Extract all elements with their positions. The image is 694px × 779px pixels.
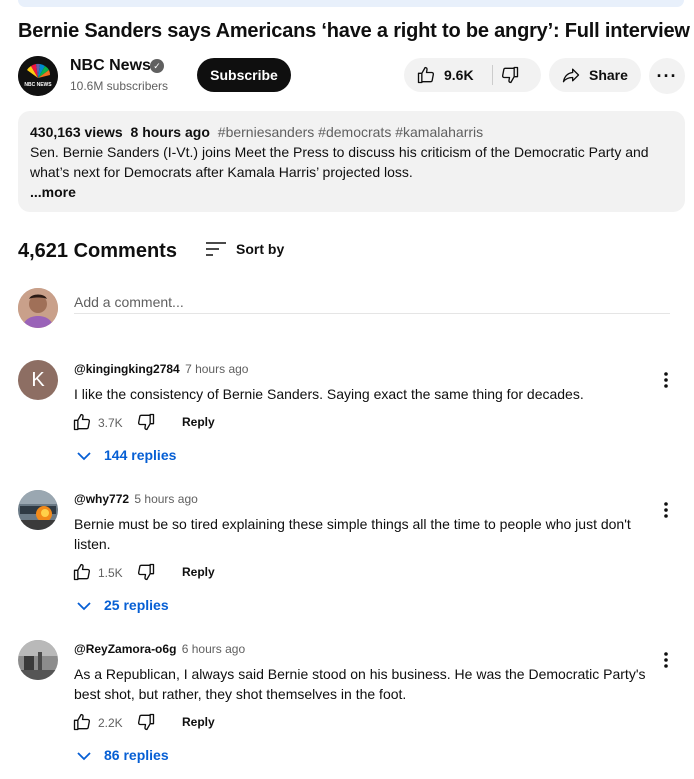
upload-age: 8 hours ago — [130, 124, 210, 140]
thumbs-up-icon[interactable] — [72, 562, 92, 582]
comment-like-count: 1.5K — [98, 566, 123, 580]
hashtags[interactable]: #berniesanders #democrats #kamalaharris — [218, 124, 483, 140]
comments-count: 4,621 Comments — [18, 240, 177, 262]
like-divider — [492, 65, 493, 85]
user-avatar[interactable] — [18, 288, 58, 328]
reply-button[interactable]: Reply — [182, 415, 215, 429]
comment-avatar[interactable]: K — [18, 360, 58, 400]
thumbs-down-icon[interactable] — [136, 412, 156, 432]
sort-by-button[interactable]: Sort by — [236, 241, 284, 257]
channel-avatar[interactable]: NBC NEWS — [18, 56, 58, 96]
thumbs-down-icon[interactable] — [136, 562, 156, 582]
comment-item: @why772 5 hours ago Bernie must be so ti… — [18, 490, 684, 620]
reply-button[interactable]: Reply — [182, 715, 215, 729]
sort-icon[interactable] — [206, 241, 226, 257]
add-comment-row — [18, 288, 670, 328]
more-actions-button[interactable]: ··· — [649, 58, 685, 94]
comment-text: I like the consistency of Bernie Sanders… — [74, 386, 584, 402]
comment-actions: 3.7K Reply — [72, 412, 372, 434]
comment-menu-button[interactable] — [656, 650, 676, 670]
channel-row: NBC NEWS NBC News ✓ 10.6M subscribers Su… — [18, 56, 686, 96]
comment-text: As a Republican, I always said Bernie st… — [74, 666, 646, 702]
chevron-down-icon — [77, 452, 91, 461]
comment-like-count: 2.2K — [98, 716, 123, 730]
reply-button[interactable]: Reply — [182, 565, 215, 579]
view-count: 430,163 views — [30, 124, 123, 140]
comment-time[interactable]: 6 hours ago — [182, 642, 245, 656]
replies-count: 86 replies — [104, 747, 169, 763]
comment-menu-button[interactable] — [656, 500, 676, 520]
comment-author[interactable]: @ReyZamora-o6g — [74, 642, 176, 656]
verified-icon: ✓ — [150, 59, 164, 73]
dislike-button[interactable] — [500, 65, 522, 85]
thumbs-up-icon — [417, 66, 435, 84]
comment-item: K @kingingking2784 7 hours ago I like th… — [18, 360, 684, 470]
comment-like-count: 3.7K — [98, 416, 123, 430]
share-label: Share — [589, 67, 628, 83]
view-replies-button[interactable]: 86 replies — [76, 746, 276, 766]
header-strip — [18, 0, 684, 7]
view-replies-button[interactable]: 25 replies — [76, 596, 276, 616]
kebab-icon — [664, 502, 668, 518]
share-icon — [562, 68, 580, 83]
like-dislike-group: 9.6K — [404, 58, 541, 92]
comment-avatar[interactable] — [18, 640, 58, 680]
view-replies-button[interactable]: 144 replies — [76, 446, 276, 466]
thumbs-down-icon[interactable] — [136, 712, 156, 732]
subscribe-button[interactable]: Subscribe — [197, 58, 291, 92]
comment-actions: 2.2K Reply — [72, 712, 372, 734]
comment-time[interactable]: 5 hours ago — [134, 492, 197, 506]
replies-count: 144 replies — [104, 447, 177, 463]
add-comment-input[interactable] — [74, 288, 670, 314]
user-photo — [18, 288, 58, 328]
thumbs-up-icon[interactable] — [72, 412, 92, 432]
avatar-photo — [18, 490, 58, 530]
like-button[interactable]: 9.6K — [404, 58, 494, 92]
avatar-photo — [18, 640, 58, 680]
comment-avatar[interactable] — [18, 490, 58, 530]
comment-text: Bernie must be so tired explaining these… — [74, 516, 631, 552]
nbc-peacock-logo: NBC NEWS — [18, 56, 58, 96]
comment-actions: 1.5K Reply — [72, 562, 372, 584]
comments-header: 4,621 Comments Sort by — [18, 238, 418, 262]
description-meta: 430,163 views 8 hours ago #berniesanders… — [30, 122, 673, 142]
comment-author[interactable]: @why772 — [74, 492, 129, 506]
chevron-down-icon — [77, 752, 91, 761]
kebab-icon — [664, 372, 668, 388]
kebab-icon — [664, 652, 668, 668]
avatar-letter: K — [31, 368, 45, 391]
logo-text: NBC NEWS — [24, 82, 52, 88]
share-button[interactable]: Share — [549, 58, 641, 92]
comment-header: @why772 5 hours ago — [74, 492, 198, 506]
description-box[interactable]: 430,163 views 8 hours ago #berniesanders… — [18, 111, 685, 212]
thumbs-up-icon[interactable] — [72, 712, 92, 732]
comment-author[interactable]: @kingingking2784 — [74, 362, 180, 376]
thumbs-down-icon — [501, 66, 519, 84]
comment-header: @kingingking2784 7 hours ago — [74, 362, 248, 376]
video-title: Bernie Sanders says Americans ‘have a ri… — [18, 20, 690, 42]
comment-header: @ReyZamora-o6g 6 hours ago — [74, 642, 245, 656]
show-more-link[interactable]: ...more — [30, 182, 673, 202]
channel-name[interactable]: NBC News — [70, 57, 151, 75]
comment-menu-button[interactable] — [656, 370, 676, 390]
chevron-down-icon — [77, 602, 91, 611]
subscriber-count: 10.6M subscribers — [70, 79, 169, 93]
description-text: Sen. Bernie Sanders (I-Vt.) joins Meet t… — [30, 144, 649, 180]
like-count: 9.6K — [444, 67, 474, 83]
comment-item: @ReyZamora-o6g 6 hours ago As a Republic… — [18, 640, 684, 770]
replies-count: 25 replies — [104, 597, 169, 613]
comment-time[interactable]: 7 hours ago — [185, 362, 248, 376]
